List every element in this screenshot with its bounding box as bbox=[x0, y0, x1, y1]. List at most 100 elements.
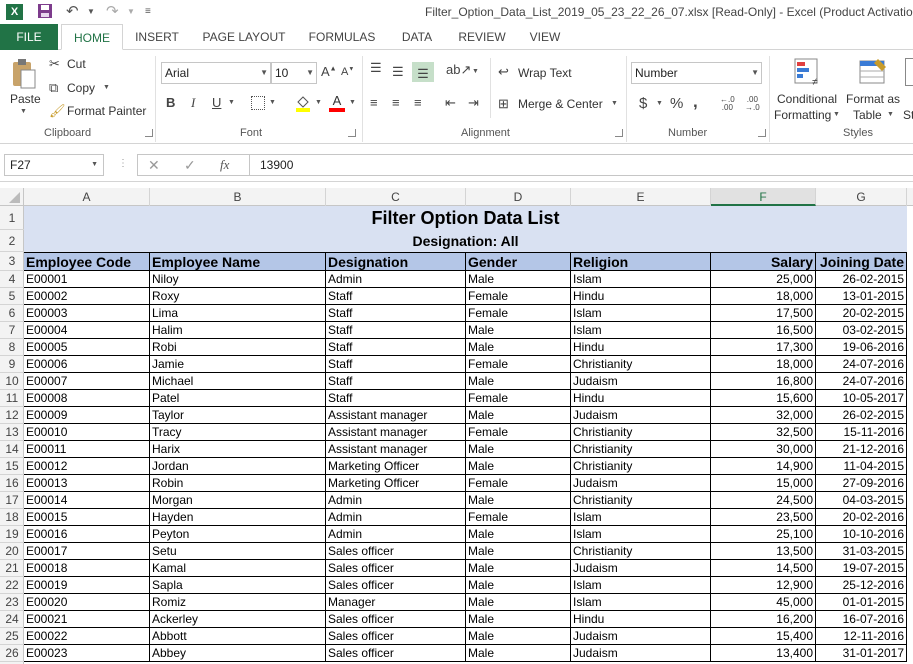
table-cell[interactable]: 10-10-2016 bbox=[816, 526, 907, 543]
align-right-icon[interactable]: ≡ bbox=[414, 95, 422, 110]
decrease-font-icon[interactable]: A▼ bbox=[341, 66, 354, 78]
table-cell[interactable]: 01-01-2015 bbox=[816, 594, 907, 611]
column-header-e[interactable]: E bbox=[571, 188, 711, 206]
row-header[interactable]: 4 bbox=[0, 271, 24, 288]
table-cell[interactable]: Hindu bbox=[571, 339, 711, 356]
alignment-launcher-icon[interactable] bbox=[615, 129, 623, 137]
borders-icon[interactable] bbox=[251, 96, 265, 110]
table-cell[interactable]: 15,600 bbox=[711, 390, 816, 407]
table-cell[interactable]: Patel bbox=[150, 390, 326, 407]
row-header[interactable]: 15 bbox=[0, 458, 24, 475]
decrease-decimal-icon[interactable]: .00 →.0 bbox=[745, 96, 760, 112]
font-name-select[interactable]: Arial ▼ bbox=[161, 62, 271, 84]
table-cell[interactable]: 15-11-2016 bbox=[816, 424, 907, 441]
table-cell[interactable]: Niloy bbox=[150, 271, 326, 288]
row-header[interactable]: 5 bbox=[0, 288, 24, 305]
table-cell[interactable]: Female bbox=[466, 424, 571, 441]
increase-decimal-icon[interactable]: ←.0.00 bbox=[720, 96, 735, 112]
table-cell[interactable]: 16,500 bbox=[711, 322, 816, 339]
table-cell[interactable]: E00006 bbox=[24, 356, 150, 373]
table-cell[interactable]: Judaism bbox=[571, 407, 711, 424]
customize-toolbar-icon[interactable]: ≡ bbox=[145, 3, 151, 21]
table-cell[interactable]: Sales officer bbox=[326, 611, 466, 628]
table-cell[interactable]: Islam bbox=[571, 577, 711, 594]
table-cell[interactable]: Ackerley bbox=[150, 611, 326, 628]
table-cell[interactable]: E00022 bbox=[24, 628, 150, 645]
conditional-formatting-sub[interactable]: Formatting bbox=[774, 108, 831, 122]
align-middle-icon[interactable]: ☰ bbox=[392, 64, 404, 80]
conditional-formatting-icon[interactable]: ≠ bbox=[793, 57, 823, 88]
table-cell[interactable]: Sales officer bbox=[326, 577, 466, 594]
table-cell[interactable]: 17,500 bbox=[711, 305, 816, 322]
merge-center-icon[interactable]: ⊞ bbox=[498, 96, 509, 112]
table-cell[interactable]: Marketing Officer bbox=[326, 475, 466, 492]
table-cell[interactable]: Hindu bbox=[571, 390, 711, 407]
table-cell[interactable]: E00011 bbox=[24, 441, 150, 458]
table-cell[interactable]: 24-07-2016 bbox=[816, 356, 907, 373]
table-cell[interactable]: Hindu bbox=[571, 288, 711, 305]
font-color-dropdown-icon[interactable]: ▼ bbox=[349, 99, 356, 106]
column-header-b[interactable]: B bbox=[150, 188, 326, 206]
table-cell[interactable]: Staff bbox=[326, 305, 466, 322]
table-cell[interactable]: 10-05-2017 bbox=[816, 390, 907, 407]
copy-button[interactable]: Copy bbox=[67, 81, 95, 95]
format-as-table-icon[interactable] bbox=[858, 57, 888, 87]
table-cell[interactable]: Abbey bbox=[150, 645, 326, 662]
table-cell[interactable]: Romiz bbox=[150, 594, 326, 611]
row-header[interactable]: 6 bbox=[0, 305, 24, 322]
table-cell[interactable]: 32,000 bbox=[711, 407, 816, 424]
confirm-entry-icon[interactable]: ✓ bbox=[184, 157, 196, 174]
redo-icon[interactable]: ↷ bbox=[106, 3, 119, 21]
column-header-f[interactable]: F bbox=[711, 188, 816, 206]
table-cell[interactable]: Male bbox=[466, 458, 571, 475]
row-header[interactable]: 3 bbox=[0, 252, 24, 271]
table-cell[interactable]: Male bbox=[466, 441, 571, 458]
table-cell[interactable]: Halim bbox=[150, 322, 326, 339]
table-cell[interactable]: 21-12-2016 bbox=[816, 441, 907, 458]
table-cell[interactable]: E00015 bbox=[24, 509, 150, 526]
column-header-c[interactable]: C bbox=[326, 188, 466, 206]
name-box[interactable]: F27 ▼ bbox=[4, 154, 104, 176]
table-cell[interactable]: Manager bbox=[326, 594, 466, 611]
table-cell[interactable]: Admin bbox=[326, 492, 466, 509]
table-cell[interactable]: Sales officer bbox=[326, 560, 466, 577]
table-cell[interactable]: Lima bbox=[150, 305, 326, 322]
table-cell[interactable]: 16,800 bbox=[711, 373, 816, 390]
table-cell[interactable]: Robi bbox=[150, 339, 326, 356]
table-cell[interactable]: 24,500 bbox=[711, 492, 816, 509]
table-cell[interactable]: Hayden bbox=[150, 509, 326, 526]
percent-button[interactable]: % bbox=[670, 95, 683, 112]
table-cell[interactable]: Christianity bbox=[571, 441, 711, 458]
number-launcher-icon[interactable] bbox=[758, 129, 766, 137]
table-cell[interactable]: Abbott bbox=[150, 628, 326, 645]
table-cell[interactable]: Admin bbox=[326, 271, 466, 288]
table-cell[interactable]: 17,300 bbox=[711, 339, 816, 356]
table-cell[interactable]: E00012 bbox=[24, 458, 150, 475]
table-cell[interactable]: Islam bbox=[571, 322, 711, 339]
cancel-entry-icon[interactable]: ✕ bbox=[148, 157, 160, 174]
table-cell[interactable]: Admin bbox=[326, 509, 466, 526]
formula-input[interactable]: 13900 bbox=[249, 154, 913, 176]
paste-dropdown-icon[interactable]: ▼ bbox=[20, 108, 27, 115]
header-cell[interactable]: Religion bbox=[571, 252, 711, 271]
tab-formulas[interactable]: FORMULAS bbox=[302, 24, 382, 50]
table-cell[interactable]: E00013 bbox=[24, 475, 150, 492]
table-cell[interactable]: Marketing Officer bbox=[326, 458, 466, 475]
table-cell[interactable]: Sapla bbox=[150, 577, 326, 594]
table-cell[interactable]: 15,000 bbox=[711, 475, 816, 492]
table-cell[interactable]: 12-11-2016 bbox=[816, 628, 907, 645]
merge-center-button[interactable]: Merge & Center bbox=[518, 97, 603, 111]
table-cell[interactable]: Male bbox=[466, 322, 571, 339]
table-cell[interactable]: Islam bbox=[571, 526, 711, 543]
borders-dropdown-icon[interactable]: ▼ bbox=[269, 99, 276, 106]
currency-dropdown-icon[interactable]: ▼ bbox=[656, 100, 663, 107]
table-cell[interactable]: 03-02-2015 bbox=[816, 322, 907, 339]
increase-indent-icon[interactable]: ⇥ bbox=[468, 95, 479, 111]
table-cell[interactable]: E00017 bbox=[24, 543, 150, 560]
table-cell[interactable]: E00009 bbox=[24, 407, 150, 424]
table-cell[interactable]: Assistant manager bbox=[326, 407, 466, 424]
sheet-subtitle[interactable]: Designation: All bbox=[24, 230, 907, 252]
table-cell[interactable]: Female bbox=[466, 305, 571, 322]
table-cell[interactable]: 11-04-2015 bbox=[816, 458, 907, 475]
currency-button[interactable]: $ bbox=[639, 95, 647, 112]
